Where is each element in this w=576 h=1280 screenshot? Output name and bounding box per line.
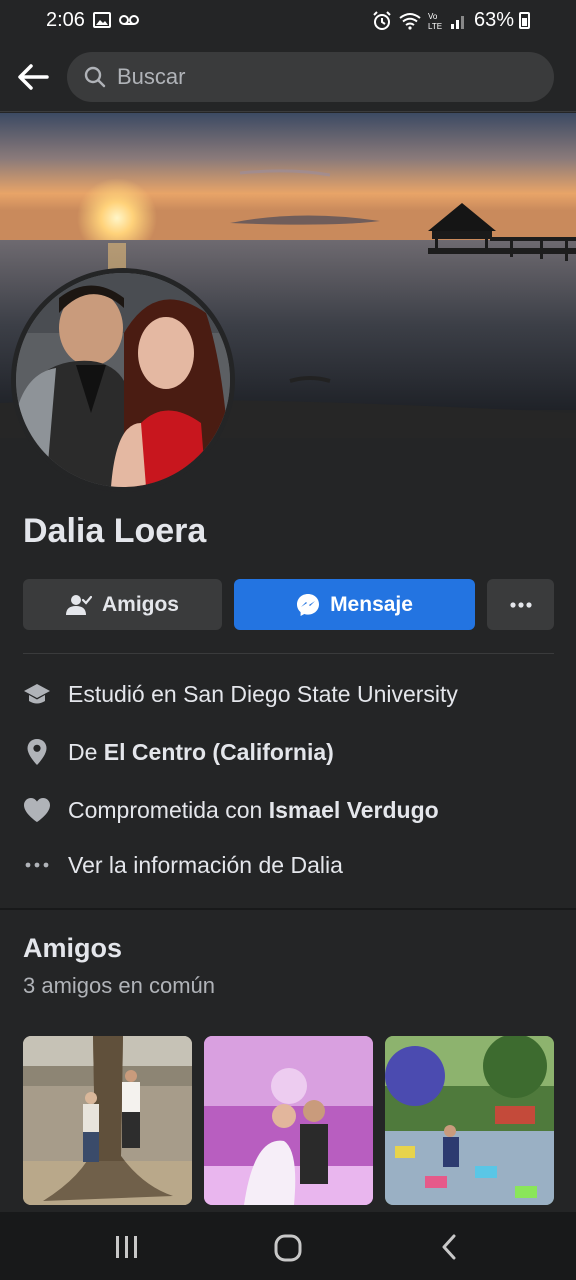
android-nav-bar [0,1212,576,1280]
friends-button-label: Amigos [101,592,179,616]
more-dots-icon [25,862,49,868]
message-button-label: Mensaje [330,592,413,616]
friend-thumbnail[interactable] [23,1036,192,1205]
info-see-more-text[interactable]: Ver la información de Dalia [68,852,343,879]
friend-photo [385,1036,554,1205]
alarm-icon [373,10,391,30]
friends-section-title: Amigos [23,933,123,963]
info-see-more[interactable]: Ver la información de Dalia [23,851,343,879]
signal-icon [450,15,464,29]
avatar-image [16,273,230,487]
message-button[interactable]: Mensaje [234,579,475,630]
mutual-friends-count[interactable]: 3 amigos en común [23,973,215,999]
svg-text:Vo: Vo [428,12,438,21]
status-bar: 2:06 Vo LTE 63% [0,0,576,40]
battery-percent: 63% [473,9,514,31]
graduation-cap-icon [24,684,50,704]
back-button[interactable] [14,58,52,96]
top-bar [0,40,576,112]
info-hometown: De El Centro (California) [23,738,334,766]
friend-photo [204,1036,373,1205]
divider [23,653,554,654]
section-separator [0,908,576,910]
back-nav-icon[interactable] [440,1234,458,1260]
search-icon [84,66,106,88]
more-icon [509,601,532,608]
back-arrow-icon [18,64,49,90]
search-input[interactable] [117,64,517,90]
friend-check-icon [65,594,92,615]
battery-icon [519,12,530,29]
gallery-icon [93,12,111,28]
profile-name: Dalia Loera [23,512,207,550]
voicemail-icon [119,15,139,25]
friend-thumbnail[interactable] [385,1036,554,1205]
info-relationship: Comprometida con Ismael Verdugo [23,796,439,824]
heart-icon [24,798,50,822]
profile-avatar[interactable] [11,268,235,492]
svg-text:LTE: LTE [428,22,442,31]
info-relationship-partner[interactable]: Ismael Verdugo [269,797,439,823]
volte-icon: VoLTE [428,12,442,31]
info-relationship-prefix: Comprometida con [68,796,269,823]
friend-photo [23,1036,192,1205]
location-pin-icon [27,739,47,765]
wifi-icon [399,12,421,30]
home-icon[interactable] [274,1234,302,1262]
friends-button[interactable]: Amigos [23,579,222,630]
messenger-icon [297,593,320,616]
info-education-text: Estudió en San Diego State University [68,680,458,707]
info-education: Estudió en San Diego State University [23,680,458,708]
info-hometown-place[interactable]: El Centro (California) [104,739,334,765]
status-time: 2:06 [46,9,85,31]
more-options-button[interactable] [487,579,554,630]
friend-thumbnail[interactable] [204,1036,373,1205]
search-bar[interactable] [67,52,554,102]
recent-apps-icon[interactable] [115,1236,139,1258]
info-hometown-prefix: De [68,738,104,765]
